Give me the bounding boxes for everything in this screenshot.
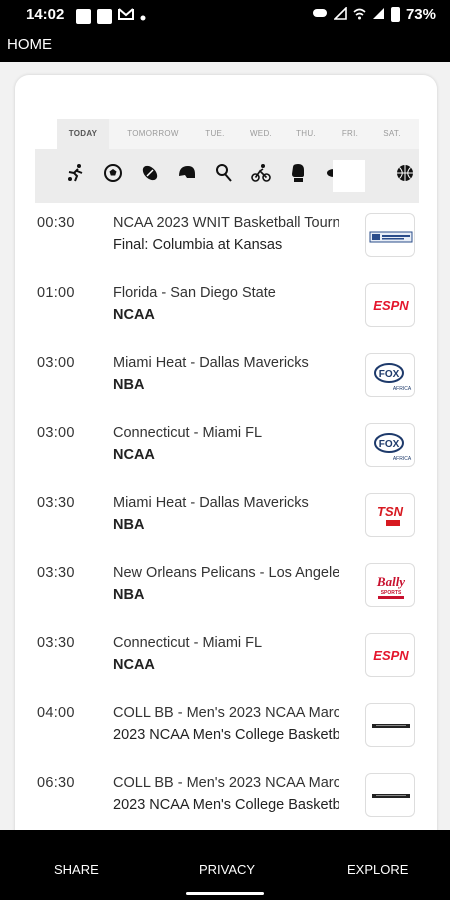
event-title: COLL BB - Men's 2023 NCAA March Madness xyxy=(113,705,339,721)
event-subtitle: Final: Columbia at Kansas xyxy=(113,237,283,253)
privacy-button[interactable]: PRIVACY xyxy=(199,862,255,877)
schedule-card: TODAY TOMORROW TUE. WED. THU. FRI. SAT. xyxy=(15,75,437,830)
svg-text:AFRICA: AFRICA xyxy=(393,456,412,462)
event-title: Miami Heat - Dallas Mavericks xyxy=(113,355,309,371)
tab-wed[interactable]: WED. xyxy=(243,119,279,149)
bottom-navigation: SHARE PRIVACY EXPLORE xyxy=(0,830,450,900)
event-time: 06:30 xyxy=(37,775,75,791)
empty-sport-slot[interactable] xyxy=(333,160,365,192)
event-row[interactable]: 00:30 NCAA 2023 WNIT Basketball Tourname… xyxy=(15,205,437,275)
event-time: 03:30 xyxy=(37,495,75,511)
svg-text:SPORTS: SPORTS xyxy=(381,590,402,596)
event-title: Connecticut - Miami FL xyxy=(113,425,263,441)
event-row[interactable]: 03:30 Connecticut - Miami FL NCAA ESPN xyxy=(15,625,437,695)
event-title: Connecticut - Miami FL xyxy=(113,635,263,651)
sport-filter-row xyxy=(35,149,419,203)
event-subtitle: NBA xyxy=(113,517,145,533)
page-title[interactable]: HOME xyxy=(7,36,52,53)
event-subtitle: 2023 NCAA Men's College Basketball xyxy=(113,727,339,743)
event-row[interactable]: 03:30 Miami Heat - Dallas Mavericks NBA … xyxy=(15,485,437,555)
game-controller-icon xyxy=(312,7,328,22)
tab-tue[interactable]: TUE. xyxy=(197,119,233,149)
channel-logo xyxy=(365,773,415,817)
soccer-ball-icon[interactable] xyxy=(102,163,124,185)
svg-text:FOX: FOX xyxy=(379,369,400,380)
signal-icon xyxy=(372,7,385,23)
tab-sat[interactable]: SAT. xyxy=(375,119,409,149)
american-football-icon[interactable] xyxy=(139,163,161,185)
event-time: 03:30 xyxy=(37,635,75,651)
channel-logo xyxy=(365,703,415,747)
gesture-nav-bar[interactable] xyxy=(186,892,264,895)
system-icons: 73% xyxy=(312,5,436,23)
helmet-icon[interactable] xyxy=(176,163,198,185)
event-row[interactable]: 03:00 Connecticut - Miami FL NCAA FOX AFR… xyxy=(15,415,437,485)
svg-text:AFRICA: AFRICA xyxy=(393,386,412,392)
event-row[interactable]: 03:30 New Orleans Pelicans - Los Angeles… xyxy=(15,555,437,625)
channel-logo-espn: ESPN xyxy=(365,633,415,677)
event-title: COLL BB - Men's 2023 NCAA March Madness xyxy=(113,775,339,791)
event-subtitle: NCAA xyxy=(113,657,155,673)
main-content: TODAY TOMORROW TUE. WED. THU. FRI. SAT. xyxy=(0,62,450,830)
cycling-icon[interactable] xyxy=(250,163,272,185)
event-row[interactable]: 04:00 COLL BB - Men's 2023 NCAA March Ma… xyxy=(15,695,437,765)
basketball-icon[interactable] xyxy=(394,163,416,185)
tab-fri[interactable]: FRI. xyxy=(335,119,365,149)
tab-thu[interactable]: THU. xyxy=(289,119,323,149)
svg-text:FOX: FOX xyxy=(379,439,400,450)
event-row[interactable]: 01:00 Florida - San Diego State NCAA ESP… xyxy=(15,275,437,345)
event-subtitle: NBA xyxy=(113,587,145,603)
app-square-icon xyxy=(97,9,112,24)
golf-icon[interactable] xyxy=(213,163,235,185)
day-tabs: TODAY TOMORROW TUE. WED. THU. FRI. SAT. xyxy=(57,119,419,149)
soccer-kick-icon[interactable] xyxy=(65,163,87,185)
channel-logo-fox-africa: FOX AFRICA xyxy=(365,353,415,397)
channel-logo-fox-africa: FOX AFRICA xyxy=(365,423,415,467)
event-subtitle: NBA xyxy=(113,377,145,393)
event-row[interactable]: 06:30 COLL BB - Men's 2023 NCAA March Ma… xyxy=(15,765,437,830)
tab-today[interactable]: TODAY xyxy=(57,119,109,149)
event-row[interactable]: 03:00 Miami Heat - Dallas Mavericks NBA … xyxy=(15,345,437,415)
battery-percent: 73% xyxy=(405,6,436,23)
event-title: Florida - San Diego State xyxy=(113,285,276,301)
event-time: 03:00 xyxy=(37,355,75,371)
channel-logo-tsn: TSN xyxy=(365,493,415,537)
svg-text:TSN: TSN xyxy=(377,504,404,519)
event-subtitle: NCAA xyxy=(113,447,155,463)
event-time: 03:30 xyxy=(37,565,75,581)
mail-icon xyxy=(118,7,134,26)
event-subtitle: 2023 NCAA Men's College Basketball xyxy=(113,797,339,813)
svg-text:ESPN: ESPN xyxy=(373,648,409,663)
battery-icon xyxy=(390,7,400,22)
event-subtitle: NCAA xyxy=(113,307,155,323)
channel-logo-bally-sports: Bally SPORTS xyxy=(365,563,415,607)
espn-logo-text: ESPN xyxy=(373,298,409,313)
channel-logo xyxy=(365,213,415,257)
event-time: 00:30 xyxy=(37,215,75,231)
channel-logo-espn: ESPN xyxy=(365,283,415,327)
event-title: Miami Heat - Dallas Mavericks xyxy=(113,495,309,511)
tab-tomorrow[interactable]: TOMORROW xyxy=(117,119,189,149)
event-time: 03:00 xyxy=(37,425,75,441)
app-bar: HOME xyxy=(0,32,450,62)
wifi-icon xyxy=(353,7,366,23)
svg-text:Bally: Bally xyxy=(376,574,405,589)
boxing-glove-icon[interactable] xyxy=(287,163,309,185)
status-bar: 14:02 73% xyxy=(0,0,450,32)
event-time: 01:00 xyxy=(37,285,75,301)
signal-icon xyxy=(333,5,347,23)
notification-icons xyxy=(76,7,146,26)
share-button[interactable]: SHARE xyxy=(54,862,99,877)
event-title: NCAA 2023 WNIT Basketball Tournament xyxy=(113,215,339,231)
app-square-icon xyxy=(76,9,91,24)
explore-button[interactable]: EXPLORE xyxy=(347,862,408,877)
dot-icon xyxy=(140,8,146,26)
event-time: 04:00 xyxy=(37,705,75,721)
status-time: 14:02 xyxy=(26,6,65,23)
event-title: New Orleans Pelicans - Los Angeles Laker… xyxy=(113,565,339,581)
